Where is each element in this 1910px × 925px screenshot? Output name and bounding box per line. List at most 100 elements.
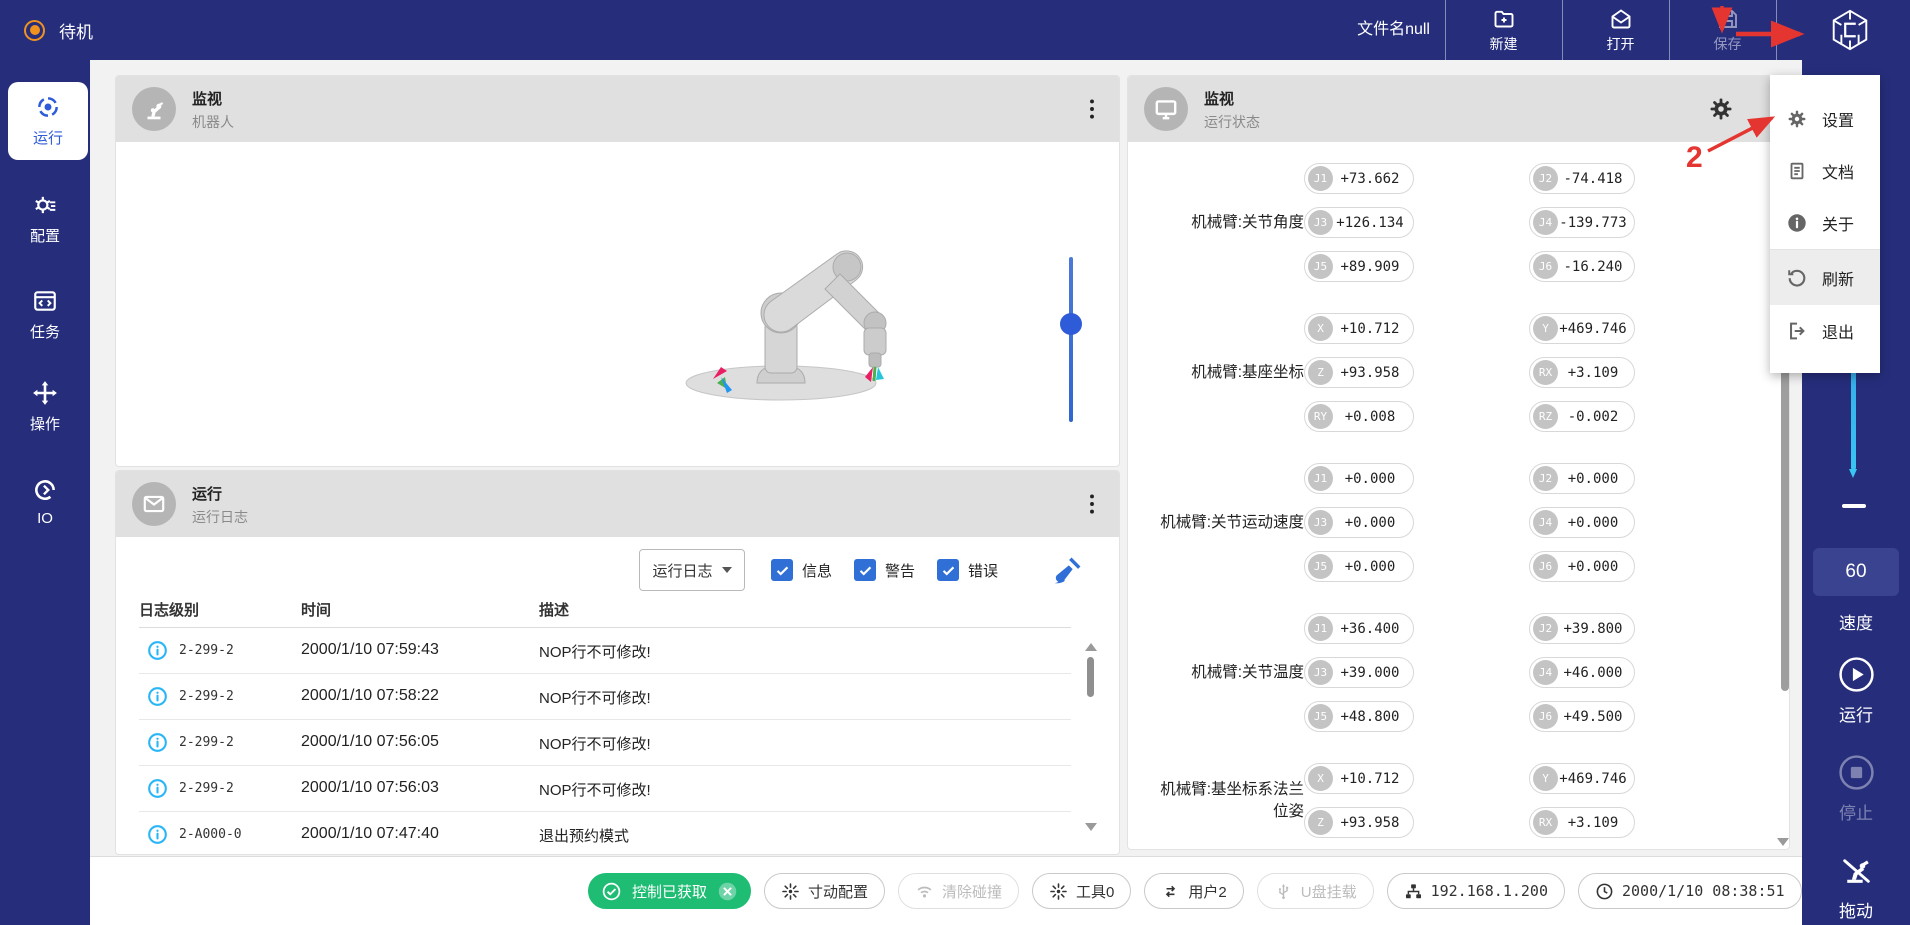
sidebar-item-config[interactable]: 配置 xyxy=(0,192,90,246)
menu-item-label: 设置 xyxy=(1822,107,1854,131)
value-pill-ry: RY +0.008 xyxy=(1304,401,1414,432)
info-icon xyxy=(147,824,168,845)
open-file-button[interactable]: 打开 xyxy=(1562,0,1679,60)
play-circle-icon xyxy=(1838,656,1875,693)
menu-item-exit[interactable]: 退出 xyxy=(1770,305,1880,357)
axis-badge: Z xyxy=(1308,360,1333,385)
clear-log-button[interactable] xyxy=(1051,553,1085,587)
statusbar-label: 清除碰撞 xyxy=(942,881,1002,902)
value-pill-j5: J5 +89.909 xyxy=(1304,251,1414,282)
new-file-button[interactable]: 新建 xyxy=(1445,0,1562,60)
sidebar-item-operate[interactable]: 操作 xyxy=(0,380,90,434)
value-pill-j1: J1 +36.400 xyxy=(1304,613,1414,644)
axis-badge: J2 xyxy=(1533,166,1558,191)
status-settings-gear-icon[interactable] xyxy=(1707,95,1735,123)
run-log-panel: 运行 运行日志 运行日志 信息 警告 错误 日志级别 时间 描述 xyxy=(115,470,1120,855)
axis-value: +48.800 xyxy=(1333,709,1407,725)
value-pill-j5: J5 +48.800 xyxy=(1304,701,1414,732)
value-pill-j4: J4 +46.000 xyxy=(1529,657,1635,688)
clock-icon xyxy=(1595,882,1614,901)
statusbar-clear-collision-button[interactable]: 清除碰撞 xyxy=(898,873,1019,909)
statusbar-ip-address-button[interactable]: 192.168.1.200 xyxy=(1387,873,1565,909)
view-zoom-slider-handle[interactable] xyxy=(1060,313,1082,335)
statusbar-control-acquired-button[interactable]: 控制已获取 xyxy=(588,873,751,909)
status-group: 机械臂:基坐标系法兰位姿 X +10.712 Y +469.746 Z +93.… xyxy=(1128,763,1790,838)
axis-value: +469.746 xyxy=(1558,321,1628,337)
status-group-label: 机械臂:基坐标系法兰位姿 xyxy=(1148,779,1304,822)
app-logo-menu-button[interactable] xyxy=(1798,4,1902,56)
log-scroll-down-button[interactable] xyxy=(1085,823,1097,831)
status-group-label: 机械臂:关节温度 xyxy=(1148,662,1304,684)
value-pill-z: Z +93.958 xyxy=(1304,807,1414,838)
value-pill-rz: RZ -0.002 xyxy=(1529,401,1635,432)
kebab-menu-icon[interactable] xyxy=(1079,491,1105,517)
log-table-row[interactable]: 2-299-2 2000/1/10 07:56:05 NOP行不可修改! xyxy=(139,720,1071,766)
axis-value: +93.958 xyxy=(1333,815,1407,831)
save-file-button[interactable]: 保存 xyxy=(1669,0,1786,60)
new-file-label: 新建 xyxy=(1490,34,1518,54)
menu-item-refresh[interactable]: 刷新 xyxy=(1770,250,1880,305)
kebab-menu-icon[interactable] xyxy=(1079,96,1105,122)
status-scroll-down-button[interactable] xyxy=(1777,838,1789,846)
axis-badge: J1 xyxy=(1308,166,1333,191)
value-pill-j1: J1 +73.662 xyxy=(1304,163,1414,194)
status-group-pills: X +10.712 Y +469.746 Z +93.958 RX +3.109… xyxy=(1304,313,1635,432)
menu-item-settings[interactable]: 设置 xyxy=(1770,93,1880,145)
close-circle-icon[interactable] xyxy=(717,881,738,902)
sidebar-item-task[interactable]: 任务 xyxy=(0,288,90,342)
sidebar-item-io[interactable]: IO xyxy=(0,477,90,527)
log-filter-error-checkbox[interactable]: 错误 xyxy=(937,559,998,581)
log-description: 退出预约模式 xyxy=(539,825,629,846)
log-table-row[interactable]: 2-299-2 2000/1/10 07:59:43 NOP行不可修改! xyxy=(139,628,1071,674)
log-type-dropdown[interactable]: 运行日志 xyxy=(639,549,745,591)
speed-decrease-button[interactable] xyxy=(1842,504,1866,508)
statusbar-datetime-button[interactable]: 2000/1/10 08:38:51 xyxy=(1578,873,1802,909)
log-table-row[interactable]: 2-A000-0 2000/1/10 07:47:40 退出预约模式 xyxy=(139,812,1071,858)
column-header-time: 时间 xyxy=(301,599,331,620)
value-pill-j1: J1 +0.000 xyxy=(1304,463,1414,494)
statusbar-label: 192.168.1.200 xyxy=(1431,882,1548,900)
axis-badge: J3 xyxy=(1308,660,1333,685)
target-icon xyxy=(35,94,61,120)
value-pill-j6: J6 +49.500 xyxy=(1529,701,1635,732)
statusbar-usb-mount-button[interactable]: U盘挂载 xyxy=(1257,873,1374,909)
statusbar-jog-config-button[interactable]: 寸动配置 xyxy=(764,873,885,909)
drag-mode-button[interactable]: 拖动 xyxy=(1802,852,1910,922)
value-pill-rx: RX +3.109 xyxy=(1529,807,1635,838)
axis-value: +0.000 xyxy=(1558,559,1628,575)
status-group: 机械臂:关节角度 J1 +73.662 J2 -74.418 J3 +126.1… xyxy=(1128,163,1790,282)
log-filter-warning-checkbox[interactable]: 警告 xyxy=(854,559,915,581)
axis-value: +49.500 xyxy=(1558,709,1628,725)
sidebar-item-run[interactable]: 运行 xyxy=(8,82,88,160)
log-level: 2-299-2 xyxy=(179,781,234,796)
status-group-label: 机械臂:基座坐标 xyxy=(1148,362,1304,384)
stop-button[interactable]: 停止 xyxy=(1802,754,1910,824)
view-zoom-slider-track[interactable] xyxy=(1069,257,1073,422)
mail-icon xyxy=(132,482,176,526)
log-table-row[interactable]: 2-299-2 2000/1/10 07:58:22 NOP行不可修改! xyxy=(139,674,1071,720)
drag-robot-icon xyxy=(1838,852,1875,889)
robot-3d-view[interactable] xyxy=(661,171,1001,421)
log-time: 2000/1/10 07:56:03 xyxy=(301,779,439,797)
statusbar-label: 2000/1/10 08:38:51 xyxy=(1622,882,1785,900)
log-scrollbar-thumb[interactable] xyxy=(1087,657,1094,697)
app-root: 待机 文件名null 新建 打开 保存 运行 配置 xyxy=(0,0,1910,925)
statusbar-tool-button[interactable]: 工具0 xyxy=(1032,873,1131,909)
statusbar-user-button[interactable]: 用户2 xyxy=(1144,873,1243,909)
axis-badge: J4 xyxy=(1533,510,1558,535)
info-icon xyxy=(147,686,168,707)
log-scroll-up-button[interactable] xyxy=(1085,643,1097,651)
bottom-statusbar: 控制已获取 寸动配置 清除碰撞 工具0 用户2 U盘挂载 xyxy=(90,856,1802,925)
menu-item-documentation[interactable]: 文档 xyxy=(1770,145,1880,197)
network-icon xyxy=(1404,882,1423,901)
gear-icon xyxy=(1786,108,1808,130)
log-filter-info-checkbox[interactable]: 信息 xyxy=(771,559,832,581)
log-table-row[interactable]: 2-299-2 2000/1/10 07:56:03 NOP行不可修改! xyxy=(139,766,1071,812)
menu-item-about[interactable]: 关于 xyxy=(1770,197,1880,249)
status-group: 机械臂:关节温度 J1 +36.400 J2 +39.800 J3 +39.00… xyxy=(1128,613,1790,732)
app-menu: 设置 文档 关于 刷新 退出 xyxy=(1770,75,1880,373)
run-button[interactable]: 运行 xyxy=(1802,656,1910,726)
status-group: 机械臂:关节运动速度 J1 +0.000 J2 +0.000 J3 +0.000… xyxy=(1128,463,1790,582)
move-icon xyxy=(32,380,58,406)
robot-monitor-panel: 监视 机器人 xyxy=(115,75,1120,467)
